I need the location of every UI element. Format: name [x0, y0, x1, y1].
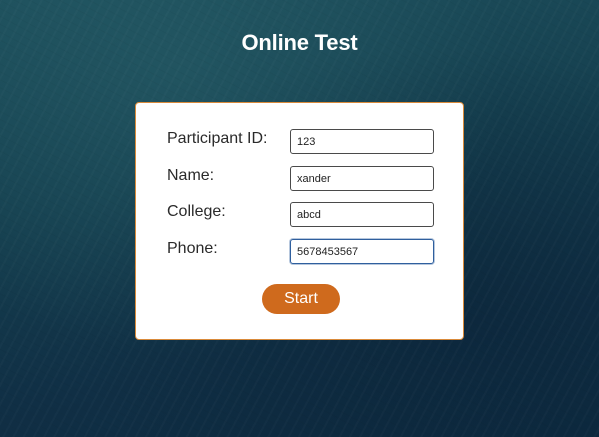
- college-row: College:: [167, 202, 435, 227]
- participant-form-card: Participant ID: Name: College: Phone: St…: [135, 102, 464, 340]
- phone-input[interactable]: [290, 239, 434, 264]
- phone-label: Phone:: [167, 240, 218, 257]
- college-input[interactable]: [290, 202, 434, 227]
- name-label: Name:: [167, 167, 215, 184]
- start-button[interactable]: Start: [262, 284, 340, 314]
- phone-row: Phone:: [167, 239, 435, 264]
- participant-id-row: Participant ID:: [167, 129, 435, 154]
- participant-id-input[interactable]: [290, 129, 434, 154]
- name-row: Name:: [167, 166, 435, 191]
- page-title: Online Test: [241, 30, 358, 55]
- college-label: College:: [167, 203, 226, 220]
- name-input[interactable]: [290, 166, 434, 191]
- participant-id-label: Participant ID:: [167, 130, 268, 147]
